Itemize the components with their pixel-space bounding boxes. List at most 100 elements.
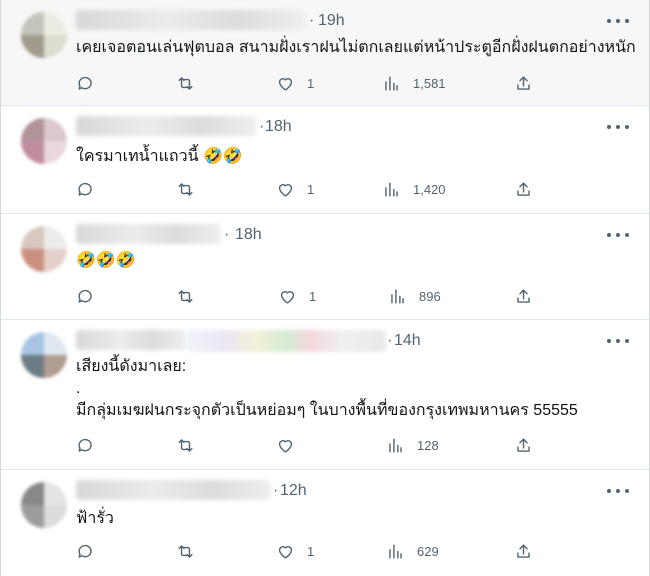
reply-item[interactable]: · 18h ใครมาเทน้ำแถวนี้ 🤣🤣 1 1,420 [1,106,649,214]
share-button[interactable] [514,72,533,94]
action-bar: 128 [76,434,536,456]
views-button[interactable]: 896 [388,285,441,307]
author-name-redacted[interactable] [76,116,256,136]
like-count: 1 [309,288,317,304]
more-icon[interactable] [607,120,629,134]
heart-icon [280,290,295,304]
like-button[interactable]: 1 [276,178,314,200]
avatar[interactable] [21,118,67,164]
author-name-redacted[interactable] [76,480,271,500]
views-button[interactable]: 629 [386,540,439,562]
more-icon[interactable] [607,484,629,498]
avatar-pixel [21,332,44,355]
separator-dot: · [387,332,393,349]
view-count: 896 [419,288,441,304]
analytics-icon [389,543,402,559]
like-count: 1 [307,543,315,559]
avatar-pixel [21,482,44,505]
avatar-pixel [44,118,67,141]
reply-icon [78,182,92,196]
avatar-pixel [21,355,44,378]
avatar-pixel [44,141,67,164]
view-count: 128 [417,437,439,453]
avatar-pixel [21,12,44,35]
action-bar: 1 1,420 [76,178,536,200]
reply-item[interactable]: · 19h เคยเจอตอนเล่นฟุตบอล สนามฝั่งเราฝนไ… [1,0,649,106]
reply-item[interactable]: · 12h ฟ้ารั่ว 1 629 [1,470,649,576]
author-name-redacted[interactable] [76,224,221,244]
reply-button[interactable] [76,434,95,456]
more-icon[interactable] [607,334,629,348]
avatar[interactable] [21,332,67,378]
avatar-pixel [21,118,44,141]
reply-item[interactable]: · 14h เสียงนี้ดังมาเลย: . มีกลุ่มเมฆฝนกร… [1,320,649,470]
action-bar: 1 629 [76,540,536,562]
share-icon [517,543,530,558]
avatar-pixel [21,141,44,164]
views-button[interactable]: 1,581 [382,72,446,94]
avatar[interactable] [21,226,67,272]
reply-button[interactable] [76,285,95,307]
reply-item[interactable]: · 18h 🤣🤣🤣 1 896 [1,214,649,320]
reply-text: 🤣🤣🤣 [76,250,136,272]
repost-button[interactable] [176,434,195,456]
author-name-redacted[interactable] [76,330,186,350]
repost-button[interactable] [176,540,195,562]
timestamp[interactable]: 18h [265,118,292,136]
repost-icon [178,182,193,196]
reply-text: ฟ้ารั่ว [76,508,114,530]
analytics-icon [391,288,404,304]
avatar-pixel [44,35,67,58]
share-icon [517,181,530,196]
separator-dot: · [259,118,265,135]
repost-button[interactable] [176,178,195,200]
like-button[interactable] [276,434,307,456]
reply-text: ใครมาเทน้ำแถวนี้ 🤣🤣 [76,146,243,168]
avatar-pixel [44,482,67,505]
share-button[interactable] [514,434,533,456]
repost-button[interactable] [176,285,195,307]
avatar-pixel [44,249,67,272]
reply-text-line: มีกลุ่มเมฆฝนกระจุกตัวเป็นหย่อมๆ ในบางพื้… [76,402,578,419]
avatar-pixel [21,505,44,528]
author-name-redacted[interactable] [76,10,306,30]
author-name-redacted [186,330,386,352]
avatar[interactable] [21,482,67,528]
timestamp[interactable]: 19h [318,12,345,30]
share-button[interactable] [514,285,533,307]
reply-text-line: 🤣🤣🤣 [76,252,136,269]
views-button[interactable]: 1,420 [382,178,446,200]
share-button[interactable] [514,540,533,562]
heart-icon [278,77,293,91]
separator-dot: · [273,482,279,499]
reply-button[interactable] [76,178,95,200]
timestamp[interactable]: 18h [235,226,262,244]
avatar-pixel [44,355,67,378]
analytics-icon [385,181,398,197]
separator-dot: · [309,12,315,29]
repost-button[interactable] [176,72,195,94]
reply-text: เสียงนี้ดังมาเลย: . มีกลุ่มเมฆฝนกระจุกตั… [76,356,578,422]
avatar-pixel [44,226,67,249]
like-button[interactable]: 1 [276,540,314,562]
timestamp[interactable]: 14h [394,332,421,350]
reply-button[interactable] [76,540,95,562]
more-icon[interactable] [607,228,629,242]
avatar[interactable] [21,12,67,58]
timestamp[interactable]: 12h [280,482,307,500]
like-button[interactable]: 1 [278,285,316,307]
reply-text-line: เคยเจอตอนเล่นฟุตบอล สนามฝั่งเราฝนไม่ตกเล… [76,39,636,56]
repost-icon [178,438,193,452]
avatar-pixel [44,12,67,35]
share-button[interactable] [514,178,533,200]
reply-feed: · 19h เคยเจอตอนเล่นฟุตบอล สนามฝั่งเราฝนไ… [0,0,650,576]
reply-button[interactable] [76,72,95,94]
like-button[interactable]: 1 [276,72,314,94]
more-icon[interactable] [607,14,629,28]
reply-text-line: ฟ้ารั่ว [76,510,114,527]
view-count: 1,420 [413,181,446,197]
views-button[interactable]: 128 [386,434,439,456]
share-icon [517,437,530,452]
repost-icon [178,544,193,558]
avatar-pixel [44,332,67,355]
